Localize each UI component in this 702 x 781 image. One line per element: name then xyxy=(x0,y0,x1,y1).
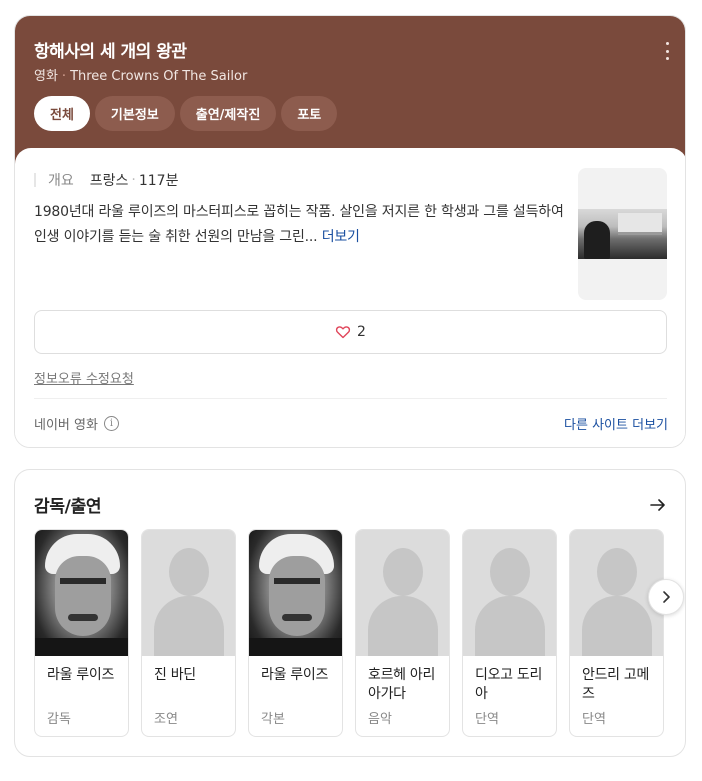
person-placeholder-icon xyxy=(356,530,449,656)
movie-header: 항해사의 세 개의 왕관 영화 · Three Crowns Of The Sail… xyxy=(15,16,685,166)
person-role: 단역 xyxy=(475,712,499,727)
movie-poster[interactable] xyxy=(578,168,667,300)
person-role: 감독 xyxy=(47,712,71,727)
synopsis-more-link[interactable]: 더보기 xyxy=(322,229,360,245)
overview-label: 개요 xyxy=(48,173,74,189)
person-name: 라울 루이즈 xyxy=(47,667,115,683)
cast-section-title[interactable]: 감독/출연 xyxy=(34,492,102,517)
person-photo xyxy=(249,530,342,656)
movie-subtitle: 영화 · Three Crowns Of The Sailor xyxy=(34,65,247,84)
separator-dot: · xyxy=(61,69,67,84)
cast-item[interactable]: 안드리 고메즈 단역 xyxy=(569,529,664,737)
source-label: 네이버 영화 xyxy=(34,418,98,433)
person-photo xyxy=(35,530,128,656)
arrow-right-icon[interactable] xyxy=(649,496,667,514)
cast-item[interactable]: 라울 루이즈 감독 xyxy=(34,529,129,737)
heart-icon xyxy=(335,324,351,340)
movie-category: 영화 xyxy=(34,69,58,84)
cast-list: 라울 루이즈 감독 진 바딘 조연 라울 루이즈 각본 호르헤 아리아가다 음악… xyxy=(34,529,664,737)
more-vertical-icon[interactable] xyxy=(663,42,671,60)
other-sites-link[interactable]: 다른 사이트 더보기 xyxy=(564,414,668,433)
tab-photo[interactable]: 포토 xyxy=(281,96,338,131)
cast-item[interactable]: 라울 루이즈 각본 xyxy=(248,529,343,737)
synopsis-body: 1980년대 라울 루이즈의 마스터피스로 꼽히는 작품. 살인을 저지른 한 … xyxy=(34,204,564,245)
cast-item[interactable]: 호르헤 아리아가다 음악 xyxy=(355,529,450,737)
carousel-next-button[interactable] xyxy=(648,579,684,615)
tab-bar: 전체 기본정보 출연/제작진 포토 xyxy=(34,96,338,131)
meta-divider xyxy=(34,173,36,187)
person-placeholder-icon xyxy=(463,530,556,656)
cast-item[interactable]: 진 바딘 조연 xyxy=(141,529,236,737)
cast-card: 감독/출연 라울 루이즈 감독 진 바딘 조연 라울 루이즈 각본 호르헤 아리… xyxy=(14,469,686,757)
tab-all[interactable]: 전체 xyxy=(34,96,90,131)
report-error-link[interactable]: 정보오류 수정요청 xyxy=(34,368,134,387)
runtime-value: 117분 xyxy=(138,173,179,189)
like-count: 2 xyxy=(357,324,366,340)
divider xyxy=(34,398,667,399)
movie-title[interactable]: 항해사의 세 개의 왕관 xyxy=(34,37,187,62)
info-icon[interactable]: i xyxy=(103,416,119,431)
person-placeholder-icon xyxy=(142,530,235,656)
person-name: 호르헤 아리아가다 xyxy=(368,667,436,702)
source-info: 네이버 영화 i xyxy=(34,414,119,433)
person-role: 단역 xyxy=(582,712,606,727)
separator-dot: · xyxy=(131,172,136,188)
tab-cast-crew[interactable]: 출연/제작진 xyxy=(179,96,277,131)
overview-meta: 개요 프랑스 · 117분 xyxy=(34,170,178,190)
person-name: 진 바딘 xyxy=(154,667,196,683)
like-button[interactable]: 2 xyxy=(34,310,667,354)
cast-item[interactable]: 디오고 도리아 단역 xyxy=(462,529,557,737)
overview-section: 개요 프랑스 · 117분 1980년대 라울 루이즈의 마스터피스로 꼽히는 … xyxy=(15,148,685,447)
country-value[interactable]: 프랑스 xyxy=(90,170,129,190)
chevron-right-icon xyxy=(663,591,670,603)
person-role: 각본 xyxy=(261,712,285,727)
person-name: 디오고 도리아 xyxy=(475,667,543,702)
synopsis-text: 1980년대 라울 루이즈의 마스터피스로 꼽히는 작품. 살인을 저지른 한 … xyxy=(34,200,564,250)
person-name: 안드리 고메즈 xyxy=(582,667,650,702)
tab-basic-info[interactable]: 기본정보 xyxy=(94,96,175,131)
person-role: 조연 xyxy=(154,712,178,727)
poster-still-image xyxy=(578,209,667,259)
person-name: 라울 루이즈 xyxy=(261,667,329,683)
person-role: 음악 xyxy=(368,712,392,727)
original-title: Three Crowns Of The Sailor xyxy=(70,69,248,84)
movie-info-card: 항해사의 세 개의 왕관 영화 · Three Crowns Of The Sail… xyxy=(14,15,686,448)
